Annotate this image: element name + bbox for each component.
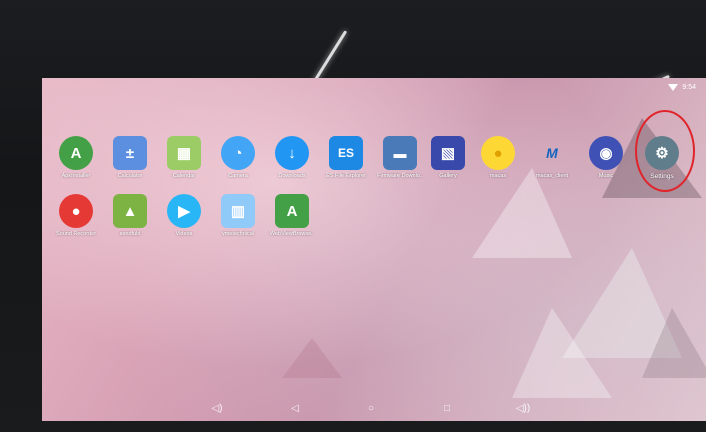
app-label: Camera (228, 173, 248, 179)
app-label: Sound Recorder (55, 231, 97, 237)
ceiling-light (312, 30, 348, 83)
wallpaper-shape (282, 338, 342, 378)
tablet-screen: 9:54 A ApkInstaller ± Calculator ▦ Calen… (42, 78, 706, 421)
app-label: ApkInstaller (61, 173, 91, 179)
app-label: Downloads (278, 173, 306, 179)
wallpaper-shape (512, 308, 612, 398)
gallery-icon: ▧ (431, 136, 465, 170)
recents-icon[interactable]: □ (440, 401, 454, 415)
app-videos[interactable]: ▶ Videos (156, 194, 212, 237)
wifi-icon (668, 83, 679, 91)
home-icon[interactable]: ○ (364, 401, 378, 415)
calendar-icon: ▦ (167, 136, 201, 170)
wallpaper-shape (642, 308, 706, 378)
app-sound-recorder[interactable]: ● Sound Recorder (48, 194, 104, 237)
volume-down-icon[interactable]: ◁) (210, 401, 224, 415)
clock: 9:54 (682, 83, 696, 91)
app-sendfuld[interactable]: ▲ sendfuld (102, 194, 158, 237)
app-label: Calendar (172, 173, 196, 179)
app-label: Music (598, 173, 614, 179)
calculator-icon: ± (113, 136, 147, 170)
folder-icon: ES (329, 136, 363, 170)
macas-logo-icon: M (546, 145, 558, 161)
wallpaper-shape (472, 168, 572, 258)
android-icon: A (275, 194, 309, 228)
android-icon: A (59, 136, 93, 170)
app-vmetechnical[interactable]: ▥ vmetechnical (210, 194, 266, 237)
app-es-file-explorer[interactable]: ES ES File Explorer (318, 136, 374, 179)
app-label: sendfuld (119, 231, 141, 237)
app-label: WebViewBrowse.. (269, 231, 315, 237)
app-label: macas (489, 173, 507, 179)
app-camera[interactable]: ◔ Camera (210, 136, 266, 179)
navigation-bar: ◁) ◁ ○ □ ◁)) (42, 395, 706, 421)
app-label: vmetechnical (221, 231, 255, 237)
app-macas[interactable]: ● macas (470, 136, 526, 179)
play-icon: ▶ (167, 194, 201, 228)
android-icon: ▲ (113, 194, 147, 228)
app-label: macas_client (535, 173, 569, 179)
app-label: Gallery (439, 173, 457, 179)
app-label: ES File Explorer (326, 173, 366, 179)
photo-background: 9:54 A ApkInstaller ± Calculator ▦ Calen… (0, 0, 706, 432)
app-gallery[interactable]: ▧ Gallery (420, 136, 476, 179)
status-bar: 9:54 (668, 80, 696, 94)
connector-icon: ▬ (383, 136, 417, 170)
app-apkinstaller[interactable]: A ApkInstaller (48, 136, 104, 179)
app-webview-browser[interactable]: A WebViewBrowse.. (264, 194, 320, 237)
app-calendar[interactable]: ▦ Calendar (156, 136, 212, 179)
app-calculator[interactable]: ± Calculator (102, 136, 158, 179)
download-icon: ↓ (275, 136, 309, 170)
app-downloads[interactable]: ↓ Downloads (264, 136, 320, 179)
camera-icon: ◔ (221, 136, 255, 170)
settings-highlight-circle (635, 110, 695, 192)
app-label: Calculator (117, 173, 143, 179)
window-icon: ▥ (221, 194, 255, 228)
microphone-icon: ● (59, 194, 93, 228)
volume-up-icon[interactable]: ◁)) (516, 401, 530, 415)
app-label: Videos (175, 231, 193, 237)
music-icon: ◉ (589, 136, 623, 170)
duck-icon: ● (481, 136, 515, 170)
app-music[interactable]: ◉ Music (578, 136, 634, 179)
back-icon[interactable]: ◁ (288, 401, 302, 415)
app-macas-client[interactable]: M macas_client (524, 136, 580, 179)
